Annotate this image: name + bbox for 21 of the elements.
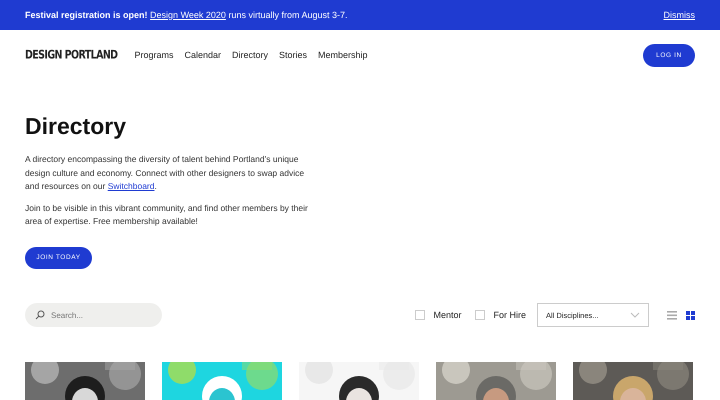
dismiss-link[interactable]: Dismiss	[664, 10, 695, 20]
list-view-icon[interactable]	[667, 310, 677, 320]
site-logo[interactable]: DESIGN PORTLAND	[25, 48, 118, 62]
search-field[interactable]: Search...	[25, 303, 162, 327]
intro-paragraph: A directory encompassing the diversity of talent behind Portland’s unique design culture and economy. Connect with other designers to swap advice and resources on our Switchboard.	[25, 153, 306, 193]
chevron-icon	[630, 312, 640, 318]
checkbox-label[interactable]: Mentor	[433, 310, 462, 320]
checkbox[interactable]	[415, 310, 426, 320]
join-paragraph: Join to be visible in this vibrant community, and find other members by their area of expertise. Free membership available!	[25, 202, 309, 228]
checkbox-label[interactable]: For Hire	[493, 310, 526, 320]
page-title: Directory	[25, 113, 127, 140]
nav-link[interactable]: Directory	[232, 50, 268, 60]
design-week-link[interactable]: Design Week 2020	[150, 10, 226, 20]
nav-link[interactable]: Programs	[134, 50, 174, 60]
switchboard-link[interactable]: Switchboard	[108, 181, 154, 191]
announcement-text: Festival registration is open! Design Week 2020 runs virtually from August 3-7.	[25, 10, 348, 20]
nav-link[interactable]: Stories	[279, 50, 308, 60]
nav-link[interactable]: Calendar	[184, 50, 222, 60]
grid-view-icon[interactable]	[686, 310, 695, 320]
nav-link[interactable]: Membership	[318, 50, 368, 60]
checkbox[interactable]	[475, 310, 486, 320]
